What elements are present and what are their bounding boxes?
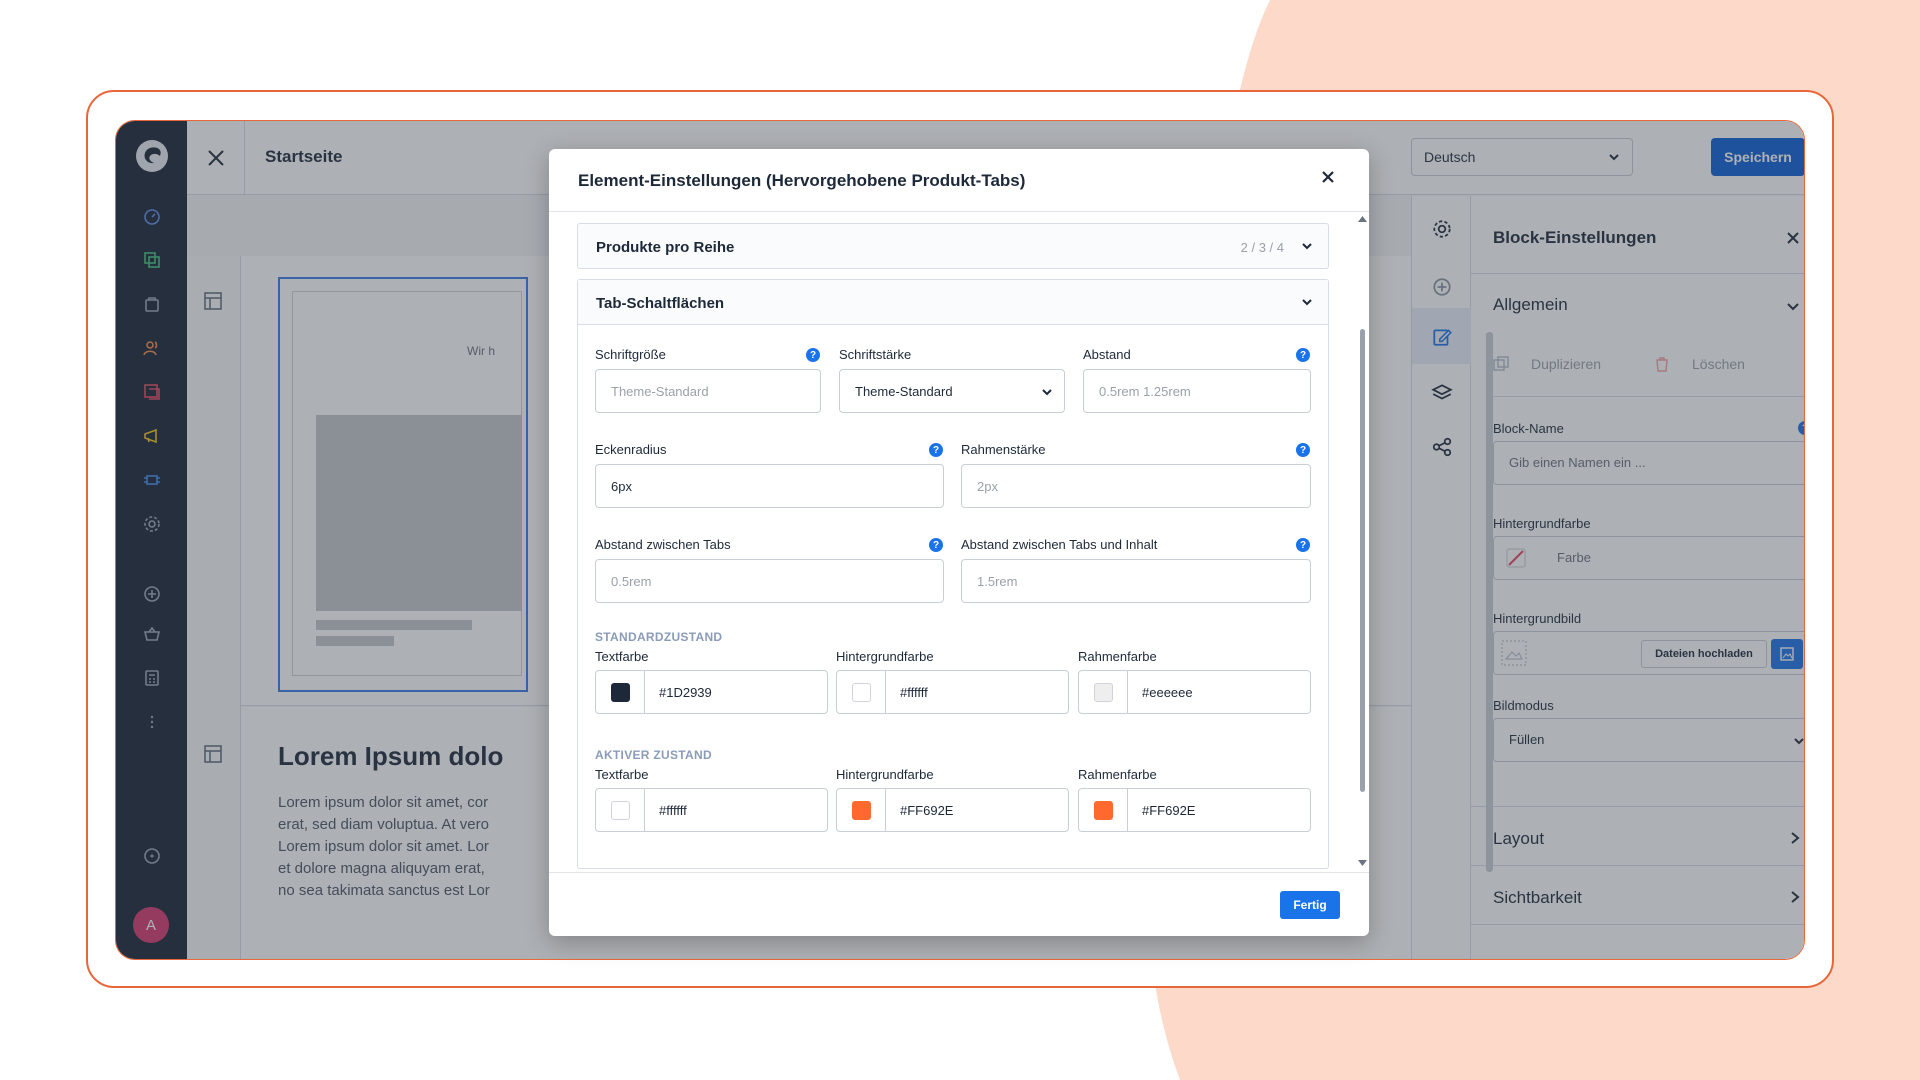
chevron-down-icon <box>1042 389 1052 396</box>
scroll-down-icon[interactable] <box>1358 860 1367 866</box>
close-icon[interactable] <box>1321 170 1335 184</box>
padding-input[interactable]: 0.5rem 1.25rem <box>1083 369 1311 413</box>
modal-header: Element-Einstellungen (Hervorgehobene Pr… <box>549 149 1369 212</box>
color-swatch-box[interactable] <box>1079 789 1128 831</box>
help-icon[interactable]: ? <box>929 538 943 552</box>
border-width-input[interactable]: 2px <box>961 464 1311 508</box>
color-swatch <box>1093 800 1113 820</box>
color-swatch <box>1093 682 1113 702</box>
accordion-tab-buttons: Tab-Schaltflächen Schriftgröße ? Theme-S… <box>577 279 1329 869</box>
active-text-color-label: Textfarbe <box>595 767 649 782</box>
color-swatch-box[interactable] <box>1079 671 1128 713</box>
help-icon[interactable]: ? <box>1296 443 1310 457</box>
help-icon[interactable]: ? <box>1296 348 1310 362</box>
color-value: #ffffff <box>900 685 928 700</box>
chevron-down-icon <box>1302 299 1312 306</box>
help-icon[interactable]: ? <box>1296 538 1310 552</box>
radius-input[interactable]: 6px <box>595 464 944 508</box>
color-value: #FF692E <box>1142 803 1196 818</box>
active-text-color-field[interactable]: #ffffff <box>595 788 828 832</box>
border-width-label: Rahmenstärke <box>961 442 1046 457</box>
color-swatch-box[interactable] <box>596 789 645 831</box>
help-icon[interactable]: ? <box>806 348 820 362</box>
default-text-color-label: Textfarbe <box>595 649 649 664</box>
accordion-title: Produkte pro Reihe <box>596 239 735 256</box>
color-value: #FF692E <box>900 803 954 818</box>
default-text-color-field[interactable]: #1D2939 <box>595 670 828 714</box>
active-border-color-field[interactable]: #FF692E <box>1078 788 1311 832</box>
accordion-products-per-row[interactable]: Produkte pro Reihe 2 / 3 / 4 <box>577 223 1329 269</box>
font-size-input[interactable]: Theme-Standard <box>595 369 821 413</box>
color-value: #eeeeee <box>1142 685 1193 700</box>
color-value: #1D2939 <box>659 685 712 700</box>
modal-scroll-thumb[interactable] <box>1360 329 1365 792</box>
color-swatch-box[interactable] <box>596 671 645 713</box>
active-border-color-label: Rahmenfarbe <box>1078 767 1157 782</box>
color-swatch <box>851 800 871 820</box>
default-bg-color-field[interactable]: #ffffff <box>836 670 1069 714</box>
accordion-meta: 2 / 3 / 4 <box>1240 240 1284 255</box>
page-scrollbar[interactable] <box>1486 332 1493 872</box>
default-border-color-field[interactable]: #eeeeee <box>1078 670 1311 714</box>
color-swatch-box[interactable] <box>837 671 886 713</box>
done-button[interactable]: Fertig <box>1280 891 1340 919</box>
color-swatch <box>610 682 630 702</box>
element-settings-modal: Element-Einstellungen (Hervorgehobene Pr… <box>549 149 1369 936</box>
color-value: #ffffff <box>659 803 687 818</box>
color-swatch-box[interactable] <box>837 789 886 831</box>
default-bg-color-label: Hintergrundfarbe <box>836 649 934 664</box>
modal-footer: Fertig <box>549 872 1369 936</box>
tab-content-gap-input[interactable]: 1.5rem <box>961 559 1311 603</box>
radius-label: Eckenradius <box>595 442 667 457</box>
tab-gap-input[interactable]: 0.5rem <box>595 559 944 603</box>
font-size-label: Schriftgröße <box>595 347 666 362</box>
active-bg-color-label: Hintergrundfarbe <box>836 767 934 782</box>
modal-title: Element-Einstellungen (Hervorgehobene Pr… <box>578 171 1026 190</box>
active-bg-color-field[interactable]: #FF692E <box>836 788 1069 832</box>
font-weight-select[interactable]: Theme-Standard <box>839 369 1065 413</box>
tab-content-gap-label: Abstand zwischen Tabs und Inhalt <box>961 537 1158 552</box>
modal-body: Produkte pro Reihe 2 / 3 / 4 Tab-Schaltf… <box>549 212 1369 872</box>
active-state-heading: AKTIVER ZUSTAND <box>595 748 712 762</box>
padding-label: Abstand <box>1083 347 1131 362</box>
tab-gap-label: Abstand zwischen Tabs <box>595 537 731 552</box>
accordion-header[interactable]: Tab-Schaltflächen <box>578 280 1328 325</box>
color-swatch <box>610 800 630 820</box>
help-icon[interactable]: ? <box>929 443 943 457</box>
default-state-heading: STANDARDZUSTAND <box>595 630 723 644</box>
font-weight-value: Theme-Standard <box>855 384 953 399</box>
accordion-title: Tab-Schaltflächen <box>596 295 725 312</box>
font-weight-label: Schriftstärke <box>839 347 912 362</box>
chevron-down-icon <box>1302 243 1312 250</box>
color-swatch <box>851 682 871 702</box>
scroll-up-icon[interactable] <box>1358 216 1367 222</box>
default-border-color-label: Rahmenfarbe <box>1078 649 1157 664</box>
